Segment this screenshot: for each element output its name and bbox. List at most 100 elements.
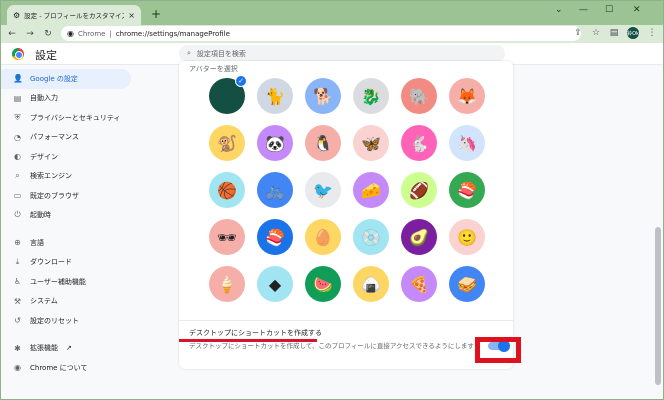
sidebar-item[interactable]: 👤 Google の設定 <box>1 69 131 89</box>
monkey-avatar[interactable]: 🐒 <box>209 125 245 161</box>
title-bar: ⚙ 設定 - プロフィールをカスタマイズ × + ⌄ — ☐ ✕ <box>1 1 663 25</box>
scrollbar-thumb[interactable] <box>655 227 661 385</box>
divider <box>179 320 513 321</box>
menu-icon[interactable]: ⋮ <box>647 28 657 38</box>
sidebar-item-label: Chrome について <box>30 363 88 372</box>
side-panel-icon[interactable]: ▤ <box>609 28 619 38</box>
shield-icon: ⛨ <box>14 112 21 122</box>
dragon-avatar[interactable]: 🐉 <box>353 78 389 114</box>
gear-icon: ⚙ <box>13 10 21 20</box>
sidebar-item[interactable]: ✱ 拡張機能 ↗ <box>1 339 131 359</box>
new-tab-icon[interactable]: + <box>151 7 161 21</box>
panda-avatar[interactable]: 🐼 <box>257 125 293 161</box>
corgi-avatar[interactable]: 🐕 <box>305 78 341 114</box>
fox-avatar[interactable]: 🦊 <box>449 78 485 114</box>
watermelon-avatar[interactable]: 🍉 <box>305 266 341 302</box>
dark-green-avatar[interactable]: ✓ <box>209 75 247 114</box>
avatar-glyph: 💿 <box>361 227 381 247</box>
sidebar-item-label: システム <box>30 297 58 306</box>
person-icon: 👤 <box>13 74 23 84</box>
browser-tab[interactable]: ⚙ 設定 - プロフィールをカスタマイズ × <box>7 5 141 25</box>
sunglasses-avatar[interactable]: 🕶 <box>209 219 245 255</box>
sidebar: 👤 Google の設定 ▤ 自動入力 ⛨ プライバシーとセキュリティ ◔ パフォーマンス ◐ デ… <box>1 69 131 378</box>
sushi-plate-avatar[interactable]: 🍣 <box>449 172 485 208</box>
origami-avatar[interactable]: ◆ <box>257 266 293 302</box>
avatar-glyph: 🥚 <box>313 227 333 247</box>
avatar-glyph: 🐧 <box>313 133 333 153</box>
avatar-glyph: 🐈 <box>265 86 285 106</box>
sidebar-item[interactable]: ▤ 自動入力 <box>1 89 131 109</box>
sidebar-item-label: 拡張機能 <box>30 344 58 353</box>
forward-icon[interactable]: → <box>25 29 35 39</box>
vinyl-avatar[interactable]: 💿 <box>353 219 389 255</box>
close-window-icon[interactable]: ✕ <box>633 5 641 15</box>
sidebar-item-label: ダウンロード <box>30 258 72 267</box>
ice-cream-avatar[interactable]: 🍦 <box>209 266 245 302</box>
sushi-avatar[interactable]: 🍣 <box>257 219 293 255</box>
avatar-glyph: 🕶 <box>216 227 238 247</box>
chevron-down-icon[interactable]: ⌄ <box>555 5 563 15</box>
minimize-icon[interactable]: — <box>579 5 588 15</box>
avatar-glyph: 🍕 <box>409 274 429 294</box>
cat-avatar[interactable]: 🐈 <box>257 78 293 114</box>
sidebar-item[interactable]: ⤓ ダウンロード <box>1 253 131 273</box>
sidebar-item-label: 既定のブラウザ <box>30 191 79 200</box>
sidebar-item[interactable]: ⊕ 言語 <box>1 233 131 253</box>
sandwich-avatar[interactable]: 🥪 <box>449 266 485 302</box>
avocado-avatar[interactable]: 🥑 <box>401 219 437 255</box>
profile-avatar[interactable]: 鈴Ok <box>627 27 639 39</box>
sidebar-item[interactable]: ♿ ユーザー補助機能 <box>1 272 131 292</box>
sidebar-item[interactable]: ◔ パフォーマンス <box>1 128 131 148</box>
close-tab-icon[interactable]: × <box>128 11 135 20</box>
basketball-avatar[interactable]: 🏀 <box>209 172 245 208</box>
puzzle-icon: ✱ <box>14 343 21 353</box>
chrome-icon: ◉ <box>14 363 21 373</box>
sidebar-item[interactable]: ⌕ 検索エンジン <box>1 167 131 187</box>
sidebar-item[interactable]: ↺ 設定のリセット <box>1 311 131 331</box>
speedometer-icon: ◔ <box>14 132 21 142</box>
chrome-logo-icon <box>12 48 24 60</box>
sidebar-item[interactable]: ▭ 既定のブラウザ <box>1 186 131 206</box>
url-separator: | <box>109 29 112 38</box>
scrollbar[interactable] <box>654 67 662 389</box>
sidebar-item[interactable]: ⛨ プライバシーとセキュリティ <box>1 108 131 128</box>
browser-window: ⚙ 設定 - プロフィールをカスタマイズ × + ⌄ — ☐ ✕ ← → ↻ ◉… <box>0 0 664 400</box>
clipboard-icon: ▤ <box>13 93 22 103</box>
avatar-glyph: 🏈 <box>409 180 429 200</box>
tab-title: 設定 - プロフィールをカスタマイズ <box>24 12 125 20</box>
avatar-glyph: 🧀 <box>361 180 381 200</box>
smiley-avatar[interactable]: 🙂 <box>449 219 485 255</box>
back-icon[interactable]: ← <box>7 29 17 39</box>
onigiri-avatar[interactable]: 🍙 <box>353 266 389 302</box>
pizza-avatar[interactable]: 🍕 <box>401 266 437 302</box>
sidebar-item[interactable]: ⏻ 起動時 <box>1 206 131 226</box>
sidebar-item[interactable]: ◐ デザイン <box>1 147 131 167</box>
settings-search-input[interactable]: ⌕ 設定項目を検索 <box>179 45 505 62</box>
butterfly-avatar[interactable]: 🦋 <box>353 125 389 161</box>
download-icon: ⤓ <box>15 257 20 267</box>
sidebar-item[interactable]: ◉ Chrome について <box>1 358 131 378</box>
avatar-section-label: アバターを選択 <box>189 65 238 73</box>
avatar-glyph: 🐒 <box>217 133 237 153</box>
sidebar-item[interactable]: ⚒ システム <box>1 292 131 312</box>
football-avatar[interactable]: 🏈 <box>401 172 437 208</box>
share-icon[interactable]: ⇪ <box>573 28 583 38</box>
tamagotchi-avatar[interactable]: 🥚 <box>305 219 341 255</box>
rabbit-avatar[interactable]: 🐇 <box>401 125 437 161</box>
maximize-icon[interactable]: ☐ <box>605 5 613 15</box>
avatar-glyph: 🍉 <box>313 274 333 294</box>
address-bar[interactable]: ◉ Chrome | chrome://settings/manageProfi… <box>61 26 581 41</box>
bicycle-avatar[interactable]: 🚲 <box>257 172 293 208</box>
reload-icon[interactable]: ↻ <box>43 29 53 39</box>
bird-avatar[interactable]: 🐦 <box>305 172 341 208</box>
cheese-avatar[interactable]: 🧀 <box>353 172 389 208</box>
elephant-avatar[interactable]: 🐘 <box>401 78 437 114</box>
penguin-avatar[interactable]: 🐧 <box>305 125 341 161</box>
star-icon[interactable]: ☆ <box>591 28 601 38</box>
avatar-glyph: 🦄 <box>457 133 477 153</box>
avatar-glyph: 🐼 <box>265 133 285 153</box>
accessibility-icon: ♿ <box>13 277 22 287</box>
unicorn-avatar[interactable]: 🦄 <box>449 125 485 161</box>
settings-body: 👤 Google の設定 ▤ 自動入力 ⛨ プライバシーとセキュリティ ◔ パフォーマンス ◐ デ… <box>1 61 663 399</box>
sidebar-item-label: デザイン <box>30 152 58 161</box>
